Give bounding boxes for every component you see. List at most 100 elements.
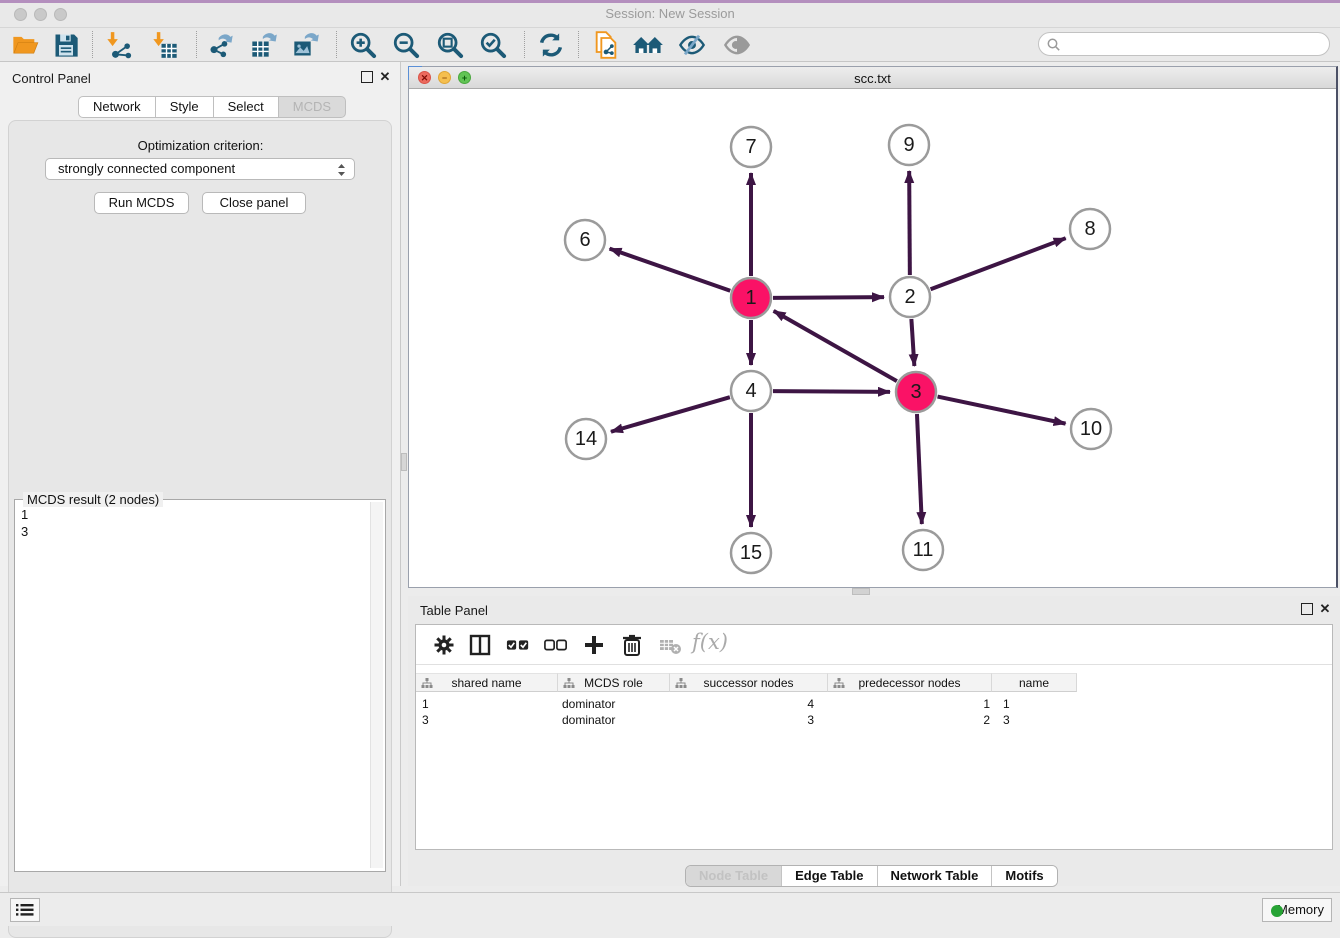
tab-motifs[interactable]: Motifs: [992, 866, 1056, 887]
select-all-checkboxes-icon[interactable]: [506, 633, 530, 657]
column-chooser-icon[interactable]: [468, 633, 492, 657]
graph-node-label: 15: [740, 542, 762, 564]
graph-node-label: 1: [745, 287, 756, 309]
search-field[interactable]: [1038, 32, 1330, 56]
hide-graphics-details-icon[interactable]: [678, 31, 706, 59]
float-panel-icon[interactable]: [361, 71, 373, 83]
delete-table-icon: [658, 633, 682, 657]
cell-shared-name[interactable]: 3: [422, 712, 552, 728]
run-mcds-button[interactable]: Run MCDS: [94, 192, 189, 214]
window-accent-strip: [0, 0, 1340, 3]
mcds-result-lines: 1 3: [21, 506, 28, 540]
graph-edge-3-11[interactable]: [917, 414, 922, 524]
tab-network-table[interactable]: Network Table: [878, 866, 993, 887]
graph-edge-4-3[interactable]: [773, 391, 890, 392]
column-header-shared-name[interactable]: shared name: [416, 673, 558, 692]
graph-edge-1-6[interactable]: [610, 249, 731, 291]
zoom-fit-icon[interactable]: [436, 31, 464, 59]
mcds-result-line: 1: [21, 506, 28, 523]
close-panel-button[interactable]: Close panel: [202, 192, 306, 214]
graph-edge-2-8[interactable]: [931, 238, 1066, 289]
node-table: f(x) shared name MCDS role successor nod…: [415, 624, 1333, 850]
column-label: MCDS role: [584, 676, 643, 690]
open-file-icon[interactable]: [11, 31, 39, 59]
cell-successor-nodes[interactable]: 3: [674, 712, 814, 728]
close-panel-icon[interactable]: ✕: [379, 71, 391, 83]
zoom-in-icon[interactable]: [349, 31, 377, 59]
export-table-icon[interactable]: [250, 31, 278, 59]
network-view-window: ✕ − + scc.txt 7968124314101511: [408, 66, 1338, 588]
table-panel: Table Panel ✕ f(x) shared name MCDS role: [408, 596, 1340, 886]
tab-edge-table[interactable]: Edge Table: [782, 866, 877, 887]
zoom-out-icon[interactable]: [392, 31, 420, 59]
horizontal-splitter-grip[interactable]: [852, 588, 870, 595]
cell-name[interactable]: 1: [1003, 696, 1083, 712]
cell-mcds-role[interactable]: dominator: [562, 712, 666, 728]
cell-successor-nodes[interactable]: 4: [674, 696, 814, 712]
tab-style[interactable]: Style: [156, 96, 214, 118]
search-input[interactable]: [1065, 35, 1320, 53]
duplicate-network-icon[interactable]: [592, 31, 620, 59]
main-toolbar: [0, 28, 1340, 62]
graph-node-label: 11: [913, 539, 934, 561]
toolbar-separator: [336, 31, 337, 58]
network-graph-canvas[interactable]: 7968124314101511: [409, 89, 1337, 587]
cell-name[interactable]: 3: [1003, 712, 1083, 728]
control-panel-title: Control Panel: [12, 71, 91, 86]
graph-node-label: 8: [1084, 218, 1095, 240]
graph-node-label: 14: [575, 428, 597, 450]
save-session-icon[interactable]: [52, 31, 80, 59]
hierarchy-icon: [421, 678, 433, 689]
import-network-icon[interactable]: [105, 31, 133, 59]
graph-edge-2-9[interactable]: [909, 171, 910, 275]
graph-edge-3-10[interactable]: [938, 397, 1066, 424]
column-header-predecessor-nodes[interactable]: predecessor nodes: [828, 673, 992, 692]
column-header-name[interactable]: name: [992, 673, 1077, 692]
cell-shared-name[interactable]: 1: [422, 696, 552, 712]
deselect-all-checkboxes-icon[interactable]: [544, 633, 568, 657]
mcds-result-line: 3: [21, 523, 28, 540]
column-header-mcds-role[interactable]: MCDS role: [558, 673, 670, 692]
graph-node-label: 4: [745, 380, 756, 402]
search-icon: [1046, 37, 1062, 53]
refresh-icon[interactable]: [537, 31, 565, 59]
add-column-icon[interactable]: [582, 633, 606, 657]
cell-predecessor-nodes[interactable]: 2: [832, 712, 990, 728]
cell-mcds-role[interactable]: dominator: [562, 696, 666, 712]
graph-edge-1-2[interactable]: [773, 297, 884, 298]
home-icon[interactable]: [632, 31, 664, 59]
memory-button[interactable]: Memory: [1262, 898, 1332, 922]
tab-node-table[interactable]: Node Table: [686, 866, 782, 887]
tab-select[interactable]: Select: [214, 96, 279, 118]
vertical-splitter-grip[interactable]: [401, 453, 407, 471]
export-network-icon[interactable]: [207, 31, 235, 59]
toolbar-separator: [92, 31, 93, 58]
control-panel-titlebar: Control Panel ✕: [0, 62, 400, 92]
close-table-panel-icon[interactable]: ✕: [1319, 603, 1331, 615]
import-table-icon[interactable]: [151, 31, 179, 59]
cell-predecessor-nodes[interactable]: 1: [832, 696, 990, 712]
window-title: Session: New Session: [0, 6, 1340, 21]
settings-gear-icon[interactable]: [432, 633, 456, 657]
zoom-selected-icon[interactable]: [479, 31, 507, 59]
table-toolbar: f(x): [416, 625, 1332, 665]
graph-edge-4-14[interactable]: [611, 397, 730, 432]
delete-column-icon[interactable]: [620, 633, 644, 657]
tab-network[interactable]: Network: [78, 96, 156, 118]
table-panel-title: Table Panel: [420, 603, 488, 618]
optimization-criterion-select[interactable]: strongly connected component: [45, 158, 355, 180]
toolbar-separator: [578, 31, 579, 58]
graph-edge-2-3[interactable]: [911, 319, 914, 366]
table-type-tabs: Node Table Edge Table Network Table Moti…: [685, 865, 1058, 887]
result-scrollbar[interactable]: [370, 502, 383, 868]
graph-edge-3-1[interactable]: [774, 311, 897, 381]
float-table-panel-icon[interactable]: [1301, 603, 1313, 615]
column-header-successor-nodes[interactable]: successor nodes: [670, 673, 828, 692]
graph-node-label: 6: [579, 229, 590, 251]
column-label: name: [1019, 676, 1049, 690]
hierarchy-icon: [563, 678, 575, 689]
task-history-button[interactable]: [10, 898, 40, 922]
hierarchy-icon: [675, 678, 687, 689]
tab-mcds[interactable]: MCDS: [279, 96, 346, 118]
export-image-icon[interactable]: [292, 31, 320, 59]
